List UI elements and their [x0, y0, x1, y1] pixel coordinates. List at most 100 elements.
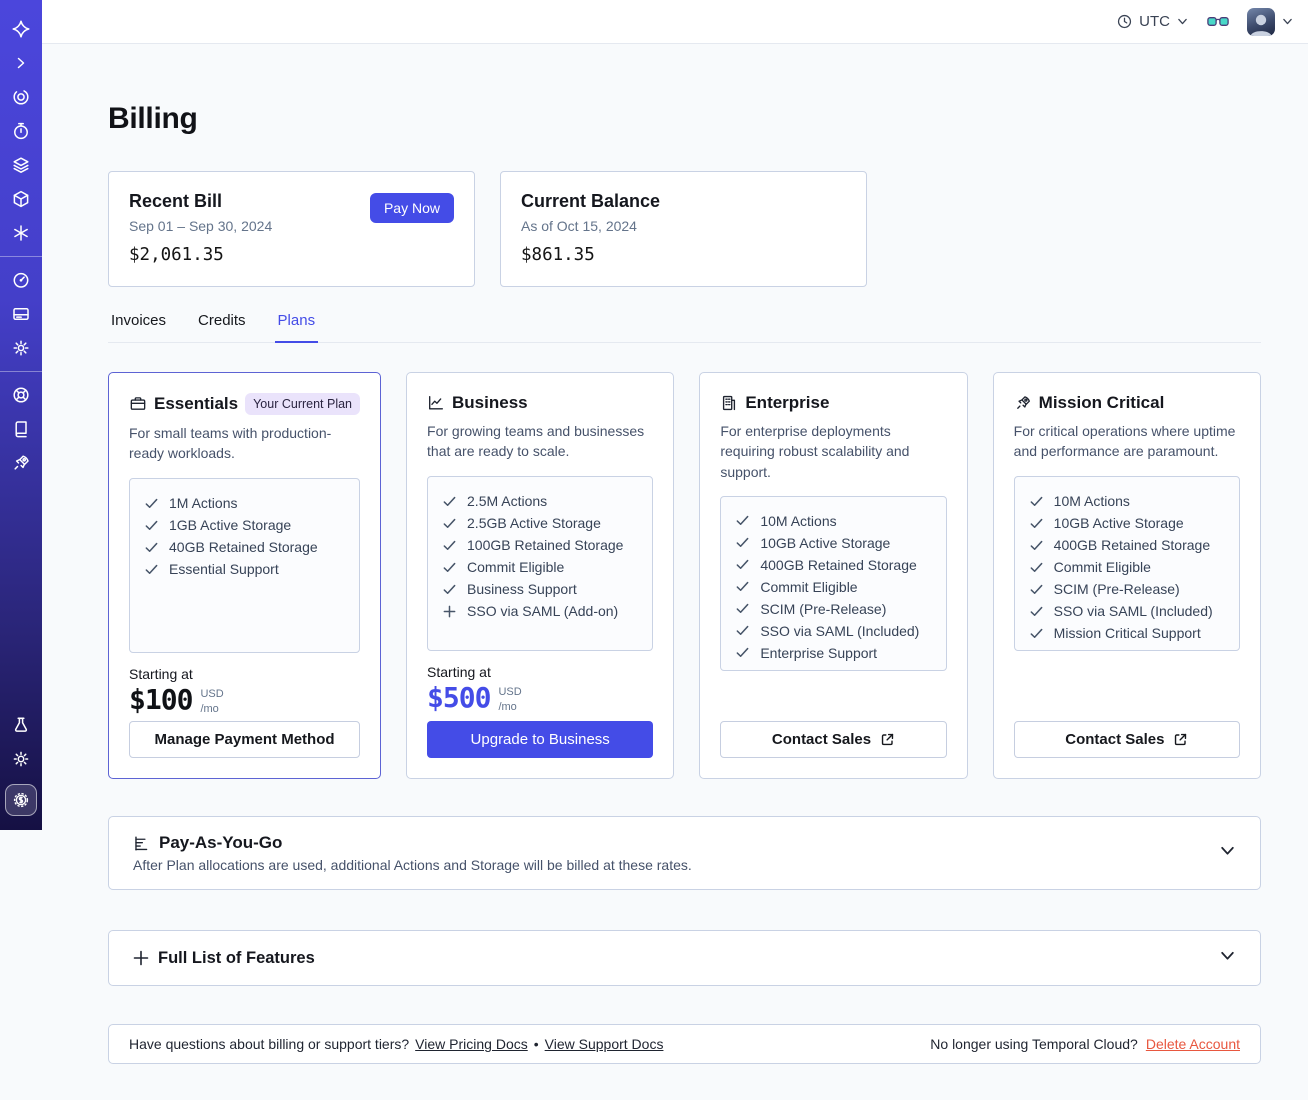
billing-summary: Recent Bill Sep 01 – Sep 30, 2024 $2,061…	[108, 171, 1261, 287]
theme-sun-icon[interactable]	[11, 749, 32, 770]
check-icon	[1030, 540, 1043, 550]
footer-bar: Have questions about billing or support …	[108, 1024, 1261, 1064]
timezone-selector[interactable]: UTC	[1116, 13, 1189, 30]
payg-subtitle: After Plan allocations are used, additio…	[133, 857, 692, 873]
labs-flask-icon[interactable]	[11, 715, 32, 736]
plus-icon	[443, 605, 456, 617]
check-icon	[1030, 584, 1043, 594]
usage-gauge-icon[interactable]	[11, 270, 32, 291]
feature-row: 100GB Retained Storage	[442, 534, 638, 556]
chevron-down-icon	[1219, 947, 1236, 969]
delete-question: No longer using Temporal Cloud?	[930, 1036, 1138, 1052]
check-icon	[443, 496, 456, 506]
feature-row: 400GB Retained Storage	[735, 554, 931, 576]
layers-icon[interactable]	[11, 155, 32, 176]
sidebar-item-billing-active[interactable]	[5, 784, 37, 816]
check-icon	[736, 538, 749, 548]
nexus-icon[interactable]	[11, 223, 32, 244]
payg-title: Pay-As-You-Go	[159, 833, 283, 852]
docs-book-icon[interactable]	[11, 419, 32, 440]
feature-row: Essential Support	[144, 558, 345, 580]
check-icon	[443, 562, 456, 572]
plan-feature-box: 1M Actions 1GB Active Storage 40GB Retai…	[129, 478, 361, 653]
check-icon	[145, 542, 158, 552]
current-balance-title: Current Balance	[521, 191, 661, 211]
pay-now-button[interactable]: Pay Now	[369, 193, 454, 223]
plan-card-enterprise: Enterprise For enterprise deployments re…	[699, 372, 968, 779]
sidebar-divider	[0, 256, 42, 257]
contact-sales-button[interactable]: Contact Sales	[1013, 721, 1240, 758]
deployments-cube-icon[interactable]	[11, 189, 32, 210]
plan-description: For critical operations where uptime and…	[1013, 423, 1236, 460]
support-docs-link[interactable]: View Support Docs	[545, 1036, 664, 1052]
chevron-down-icon	[1283, 18, 1292, 25]
check-icon	[145, 520, 158, 530]
user-menu[interactable]	[1247, 7, 1294, 36]
tab-invoices[interactable]: Invoices	[108, 312, 169, 342]
sidebar-divider	[0, 371, 42, 372]
feature-row: 10GB Active Storage	[735, 532, 931, 554]
plan-price: Starting at $100 USD/mo	[129, 666, 224, 716]
check-icon	[443, 540, 456, 550]
settings-gear-icon[interactable]	[11, 338, 32, 359]
collapse-chevron-icon[interactable]	[11, 53, 32, 74]
check-icon	[145, 498, 158, 508]
feature-row: SSO via SAML (Included)	[1029, 600, 1225, 622]
plan-card-mission-critical: Mission Critical For critical operations…	[992, 372, 1261, 779]
briefcase-icon	[130, 397, 146, 410]
manage-payment-button[interactable]: Manage Payment Method	[129, 721, 361, 758]
recent-bill-amount: $2,061.35	[129, 245, 224, 265]
feature-row: 1GB Active Storage	[144, 514, 345, 536]
temporal-logo-icon[interactable]	[11, 19, 32, 40]
full-features-title: Full List of Features	[158, 948, 315, 967]
getting-started-rocket-icon[interactable]	[11, 453, 32, 474]
upgrade-business-button[interactable]: Upgrade to Business	[427, 721, 654, 758]
billing-tabs: Invoices Credits Plans	[108, 312, 1261, 343]
check-icon	[1030, 562, 1043, 572]
support-lifebuoy-icon[interactable]	[11, 385, 32, 406]
sidebar	[0, 0, 42, 830]
full-features-accordion[interactable]: Full List of Features	[108, 930, 1261, 986]
contact-sales-button[interactable]: Contact Sales	[720, 721, 947, 758]
external-link-icon	[1175, 733, 1187, 746]
payg-accordion[interactable]: Pay-As-You-Go After Plan allocations are…	[108, 816, 1261, 890]
timezone-label: UTC	[1139, 13, 1170, 30]
feature-row: 10GB Active Storage	[1029, 512, 1225, 534]
delete-account-link[interactable]: Delete Account	[1146, 1036, 1240, 1052]
page-title: Billing	[108, 102, 198, 135]
billing-panel-icon[interactable]	[11, 304, 32, 325]
tab-credits[interactable]: Credits	[195, 312, 249, 342]
footer-separator: •	[533, 1036, 539, 1052]
price-amount: $100	[129, 683, 193, 716]
plan-description: For enterprise deployments requiring rob…	[720, 423, 910, 480]
check-icon	[736, 560, 749, 570]
feature-row: 40GB Retained Storage	[144, 536, 345, 558]
tab-plans[interactable]: Plans	[274, 312, 319, 343]
check-icon	[1030, 496, 1043, 506]
check-icon	[736, 516, 749, 526]
namespaces-icon[interactable]	[11, 87, 32, 108]
feature-row: SCIM (Pre-Release)	[1029, 578, 1225, 600]
clock-icon	[1118, 14, 1132, 29]
building-icon	[723, 395, 736, 411]
external-link-icon	[881, 733, 894, 746]
plan-name: Enterprise	[745, 393, 830, 412]
feature-row: Mission Critical Support	[1029, 622, 1225, 644]
feature-row: 2.5M Actions	[442, 490, 638, 512]
labs-glasses-toggle[interactable]	[1207, 14, 1229, 29]
check-icon	[145, 564, 158, 574]
plan-name: Business	[452, 393, 528, 412]
feature-row: Business Support	[442, 578, 638, 600]
plus-icon	[133, 950, 149, 966]
schedules-icon[interactable]	[11, 121, 32, 142]
check-icon	[736, 648, 749, 658]
pricing-docs-link[interactable]: View Pricing Docs	[415, 1036, 528, 1052]
person-silhouette-icon	[1250, 14, 1272, 36]
plan-feature-box: 2.5M Actions 2.5GB Active Storage 100GB …	[427, 476, 654, 651]
plan-card-essentials: Essentials Your Current Plan For small t…	[108, 372, 382, 779]
bar-chart-icon	[135, 835, 148, 851]
plan-card-business: Business For growing teams and businesse…	[406, 372, 675, 779]
recent-bill-card: Recent Bill Sep 01 – Sep 30, 2024 $2,061…	[108, 171, 475, 287]
feature-row: SSO via SAML (Add-on)	[442, 600, 638, 622]
chevron-down-icon	[1178, 18, 1187, 25]
